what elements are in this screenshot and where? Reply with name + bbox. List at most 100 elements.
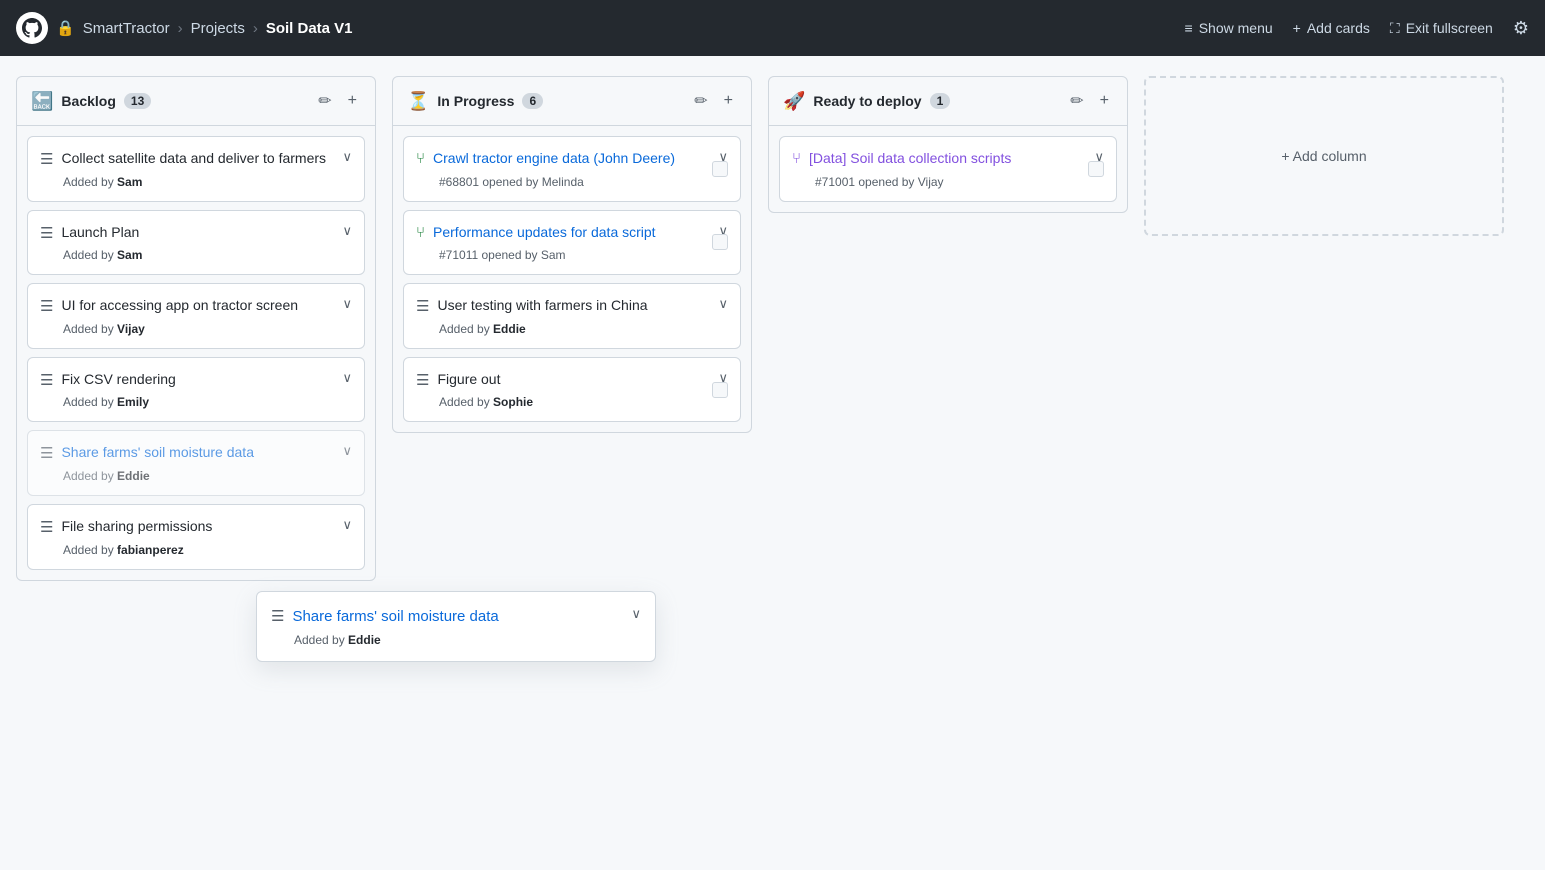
settings-button[interactable]: ⚙ [1513,18,1529,39]
chevron-down-icon[interactable]: ∨ [631,606,641,622]
popup-card: ☰ Share farms' soil moisture data ∨ Adde… [256,591,656,662]
card-title[interactable]: Performance updates for data script [433,223,710,243]
card-backlog-6: ☰ File sharing permissions ∨ Added by fa… [27,504,365,570]
breadcrumb-current: Soil Data V1 [266,20,353,37]
menu-icon: ≡ [1185,20,1193,36]
rocket-icon: 🚀 [783,91,805,112]
card-author: Sam [117,248,142,262]
card-backlog-1: ☰ Collect satellite data and deliver to … [27,136,365,202]
card-title: Fix CSV rendering [61,370,334,390]
in-progress-cards: ⑂ Crawl tractor engine data (John Deere)… [393,126,751,432]
card-author: Eddie [117,469,150,483]
in-progress-add-button[interactable]: + [720,89,737,113]
card-meta: Added by Sophie [416,395,728,409]
note-icon: ☰ [40,371,53,389]
note-icon: ☰ [40,150,53,168]
show-menu-label: Show menu [1199,20,1273,36]
chevron-down-icon[interactable]: ∨ [342,149,352,165]
add-column-label: + Add column [1281,148,1366,164]
plus-icon: + [1293,20,1301,36]
header: 🔒 SmartTractor › Projects › Soil Data V1… [0,0,1545,56]
in-progress-edit-button[interactable]: ✏ [690,89,711,113]
backlog-count: 13 [124,93,151,109]
column-backlog: 🔙 Backlog 13 ✏ + ☰ Collect satellite dat… [16,76,376,581]
card-checkbox[interactable] [1088,161,1104,177]
breadcrumb-smarttractor[interactable]: SmartTractor [83,20,170,37]
ready-to-deploy-edit-button[interactable]: ✏ [1066,89,1087,113]
card-checkbox[interactable] [712,161,728,177]
ready-to-deploy-count: 1 [930,93,951,109]
column-header-ready-to-deploy: 🚀 Ready to deploy 1 ✏ + [769,77,1127,126]
card-in-progress-3: ☰ User testing with farmers in China ∨ A… [403,283,741,349]
card-author: Sophie [493,395,533,409]
in-progress-icon: ⏳ [407,91,429,112]
show-menu-button[interactable]: ≡ Show menu [1185,20,1273,36]
add-cards-button[interactable]: + Add cards [1293,20,1370,36]
chevron-down-icon[interactable]: ∨ [342,223,352,239]
popup-card-author: Eddie [348,633,381,647]
github-logo [16,12,48,44]
backlog-add-button[interactable]: + [344,89,361,113]
card-backlog-2: ☰ Launch Plan ∨ Added by Sam [27,210,365,276]
column-header-in-progress: ⏳ In Progress 6 ✏ + [393,77,751,126]
card-backlog-3: ☰ UI for accessing app on tractor screen… [27,283,365,349]
exit-fullscreen-button[interactable]: ⛶ Exit fullscreen [1390,20,1493,37]
in-progress-actions: ✏ + [690,89,737,113]
add-column-button[interactable]: + Add column [1144,76,1504,236]
card-checkbox[interactable] [712,382,728,398]
card-meta: #68801 opened by Melinda [416,175,728,189]
card-title: Figure out [437,370,710,390]
breadcrumb: 🔒 SmartTractor › Projects › Soil Data V1 [56,19,353,37]
chevron-down-icon[interactable]: ∨ [342,370,352,386]
column-header-backlog: 🔙 Backlog 13 ✏ + [17,77,375,126]
ready-to-deploy-actions: ✏ + [1066,89,1113,113]
data-icon: ⑂ [792,150,801,167]
chevron-down-icon[interactable]: ∨ [342,443,352,459]
card-in-progress-1: ⑂ Crawl tractor engine data (John Deere)… [403,136,741,202]
card-author: Sam [117,175,142,189]
card-checkbox[interactable] [712,234,728,250]
note-icon: ☰ [40,297,53,315]
backlog-cards: ☰ Collect satellite data and deliver to … [17,126,375,580]
chevron-down-icon[interactable]: ∨ [342,296,352,312]
card-title[interactable]: Crawl tractor engine data (John Deere) [433,149,710,169]
card-author: fabianperez [117,543,184,557]
add-cards-label: Add cards [1307,20,1370,36]
chevron-down-icon[interactable]: ∨ [342,517,352,533]
card-title: UI for accessing app on tractor screen [61,296,334,316]
backlog-edit-button[interactable]: ✏ [314,89,335,113]
card-meta: Added by Sam [40,248,352,262]
card-meta: Added by Eddie [40,469,352,483]
popup-card-title[interactable]: Share farms' soil moisture data [292,606,623,627]
card-in-progress-2: ⑂ Performance updates for data script ∨ … [403,210,741,276]
board-container: 🔙 Backlog 13 ✏ + ☰ Collect satellite dat… [0,56,1545,870]
card-author: Eddie [493,322,526,336]
card-meta: Added by Eddie [416,322,728,336]
card-title: Launch Plan [61,223,334,243]
pr-icon: ⑂ [416,150,425,167]
in-progress-title: In Progress [437,93,514,109]
card-title[interactable]: [Data] Soil data collection scripts [809,149,1086,169]
backlog-icon: 🔙 [31,91,53,112]
breadcrumb-projects[interactable]: Projects [191,20,245,37]
note-icon: ☰ [40,224,53,242]
card-backlog-5: ☰ Share farms' soil moisture data ∨ Adde… [27,430,365,496]
column-ready-to-deploy: 🚀 Ready to deploy 1 ✏ + ⑂ [Data] Soil da… [768,76,1128,213]
card-meta: #71001 opened by Vijay [792,175,1104,189]
card-meta: Added by Sam [40,175,352,189]
card-title: Collect satellite data and deliver to fa… [61,149,334,169]
backlog-actions: ✏ + [314,89,361,113]
note-icon: ☰ [40,518,53,536]
chevron-down-icon[interactable]: ∨ [718,296,728,312]
card-meta: Added by Emily [40,395,352,409]
card-backlog-4: ☰ Fix CSV rendering ∨ Added by Emily [27,357,365,423]
card-title[interactable]: Share farms' soil moisture data [61,443,334,463]
note-icon: ☰ [416,297,429,315]
in-progress-count: 6 [522,93,543,109]
ready-to-deploy-add-button[interactable]: + [1096,89,1113,113]
note-icon: ☰ [271,607,284,625]
note-icon: ☰ [416,371,429,389]
card-in-progress-4: ☰ Figure out ∨ Added by Sophie [403,357,741,423]
breadcrumb-sep-2: › [253,20,258,37]
lock-icon: 🔒 [56,19,75,37]
